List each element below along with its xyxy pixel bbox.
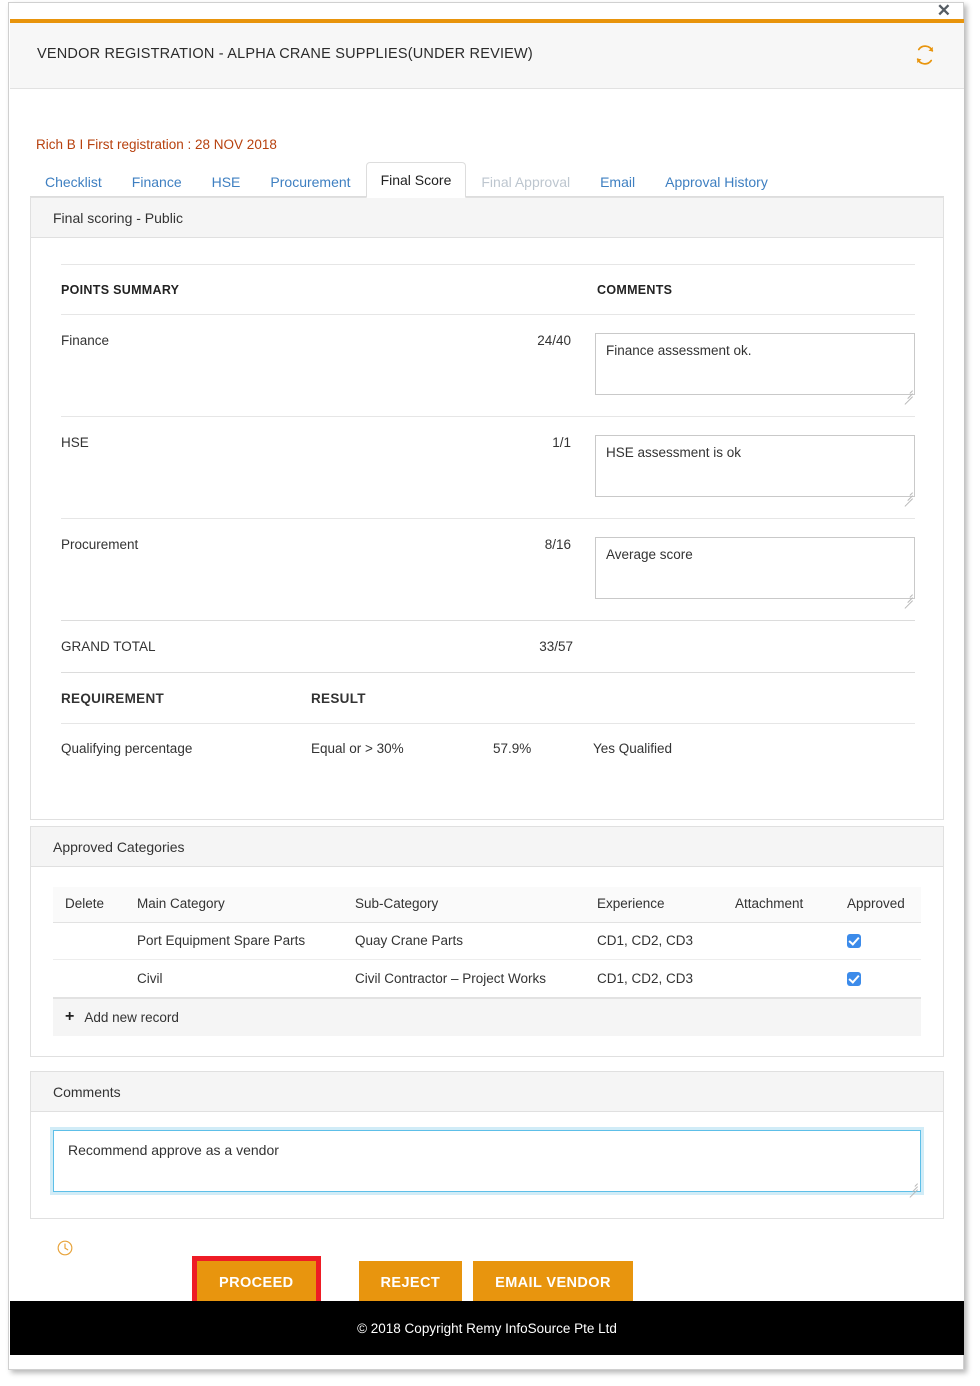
score-row-procurement: Procurement 8/16 — [61, 519, 915, 620]
modal-titlebar: ✕ — [9, 2, 963, 19]
comments-panel-title: Comments — [31, 1072, 943, 1112]
score-row-value: 8/16 — [544, 537, 571, 552]
copyright-text: © 2018 Copyright Remy InfoSource Pte Ltd — [357, 1320, 617, 1336]
column-header-delete: Delete — [53, 887, 125, 923]
cell-sub-category: Quay Crane Parts — [343, 922, 585, 961]
tab-hse[interactable]: HSE — [197, 166, 256, 198]
cell-delete[interactable] — [53, 922, 125, 961]
cell-attachment[interactable] — [723, 922, 835, 961]
final-scoring-panel-title: Final scoring - Public — [31, 198, 943, 238]
requirement-status: Yes Qualified — [593, 741, 673, 756]
requirement-criteria: Equal or > 30% — [311, 741, 404, 756]
cell-approved — [835, 959, 921, 998]
cell-experience: CD1, CD2, CD3 — [585, 922, 723, 961]
score-row-label: Procurement — [61, 537, 139, 552]
proceed-button[interactable]: PROCEED — [192, 1256, 321, 1310]
approved-categories-panel: Approved Categories Delete Main Category… — [30, 826, 944, 1057]
comments-input[interactable] — [53, 1130, 921, 1192]
points-summary-table: POINTS SUMMARY COMMENTS Finance 24/40 Fi… — [61, 264, 915, 756]
modal-header: VENDOR REGISTRATION - ALPHA CRANE SUPPLI… — [10, 23, 964, 89]
cell-experience: CD1, CD2, CD3 — [585, 959, 723, 998]
cell-sub-category: Civil Contractor – Project Works — [343, 959, 585, 998]
add-new-record-button[interactable]: + Add new record — [53, 997, 921, 1036]
approved-checkbox[interactable] — [847, 934, 861, 949]
procurement-comment-input[interactable] — [594, 537, 915, 599]
requirement-name: Qualifying percentage — [61, 741, 193, 756]
requirement-value: 57.9% — [493, 741, 532, 756]
requirement-header-row: REQUIREMENT RESULT — [61, 673, 915, 723]
grand-total-row: GRAND TOTAL 33/57 — [61, 621, 915, 672]
column-header-sub-category: Sub-Category — [343, 887, 585, 923]
comments-panel: Comments — [30, 1071, 944, 1219]
finance-comment-input[interactable] — [594, 333, 915, 395]
grand-total-label: GRAND TOTAL — [61, 639, 156, 654]
clock-icon[interactable] — [56, 1239, 74, 1257]
approved-categories-table: Delete Main Category Sub-Category Experi… — [53, 887, 921, 998]
tab-email[interactable]: Email — [585, 166, 650, 198]
cell-attachment[interactable] — [723, 959, 835, 998]
column-header-attachment: Attachment — [723, 887, 835, 923]
score-row-value: 1/1 — [552, 435, 571, 450]
close-icon[interactable]: ✕ — [937, 2, 951, 19]
column-header-approved: Approved — [835, 887, 921, 923]
tab-procurement[interactable]: Procurement — [255, 166, 365, 198]
vendor-registration-modal: ✕ VENDOR REGISTRATION - ALPHA CRANE SUPP… — [8, 2, 964, 1370]
requirement-header: REQUIREMENT — [61, 691, 165, 706]
email-vendor-button[interactable]: EMAIL VENDOR — [473, 1261, 633, 1305]
grand-total-value: 33/57 — [539, 639, 573, 654]
cell-main-category: Civil — [125, 959, 343, 998]
cell-approved — [835, 922, 921, 961]
score-row-label: HSE — [61, 435, 89, 450]
result-header: RESULT — [311, 691, 366, 706]
approved-checkbox[interactable] — [847, 971, 861, 986]
refresh-icon[interactable] — [914, 44, 936, 66]
action-buttons: PROCEED REJECT EMAIL VENDOR — [192, 1256, 633, 1310]
hse-comment-input[interactable] — [594, 435, 915, 497]
page-title: VENDOR REGISTRATION - ALPHA CRANE SUPPLI… — [37, 46, 533, 62]
column-header-experience: Experience — [585, 887, 723, 923]
score-row-hse: HSE 1/1 — [61, 417, 915, 518]
footer: © 2018 Copyright Remy InfoSource Pte Ltd — [10, 1301, 964, 1355]
app-screen: ✕ VENDOR REGISTRATION - ALPHA CRANE SUPP… — [0, 0, 980, 1386]
table-header-row: Delete Main Category Sub-Category Experi… — [53, 887, 921, 923]
score-row-finance: Finance 24/40 — [61, 315, 915, 416]
reject-button[interactable]: REJECT — [358, 1261, 463, 1305]
cell-main-category: Port Equipment Spare Parts — [125, 922, 343, 961]
approved-categories-panel-title: Approved Categories — [31, 827, 943, 867]
tab-final-score[interactable]: Final Score — [365, 162, 467, 198]
final-scoring-panel: Final scoring - Public POINTS SUMMARY CO… — [30, 197, 944, 820]
tab-finance[interactable]: Finance — [117, 166, 197, 198]
points-summary-header-row: POINTS SUMMARY COMMENTS — [61, 265, 915, 314]
modal-body: Rich B I First registration : 28 NOV 201… — [10, 89, 964, 1310]
comments-input-wrap — [53, 1130, 921, 1198]
tab-checklist[interactable]: Checklist — [30, 166, 117, 198]
requirement-row: Qualifying percentage Equal or > 30% 57.… — [61, 724, 915, 756]
score-row-value: 24/40 — [537, 333, 571, 348]
table-row: Port Equipment Spare Parts Quay Crane Pa… — [53, 922, 921, 961]
add-new-record-label: Add new record — [84, 1009, 179, 1025]
points-summary-header: POINTS SUMMARY — [61, 283, 180, 297]
comments-header: COMMENTS — [597, 283, 673, 297]
plus-icon: + — [65, 1008, 75, 1026]
table-row: Civil Civil Contractor – Project Works C… — [53, 959, 921, 998]
column-header-main-category: Main Category — [125, 887, 343, 923]
score-row-label: Finance — [61, 333, 110, 348]
tab-approval-history[interactable]: Approval History — [650, 166, 783, 198]
registration-info: Rich B I First registration : 28 NOV 201… — [36, 137, 277, 152]
tab-final-approval: Final Approval — [481, 174, 571, 190]
tab-bar: Checklist Finance HSE Procurement Final … — [30, 162, 944, 198]
cell-delete[interactable] — [53, 959, 125, 998]
